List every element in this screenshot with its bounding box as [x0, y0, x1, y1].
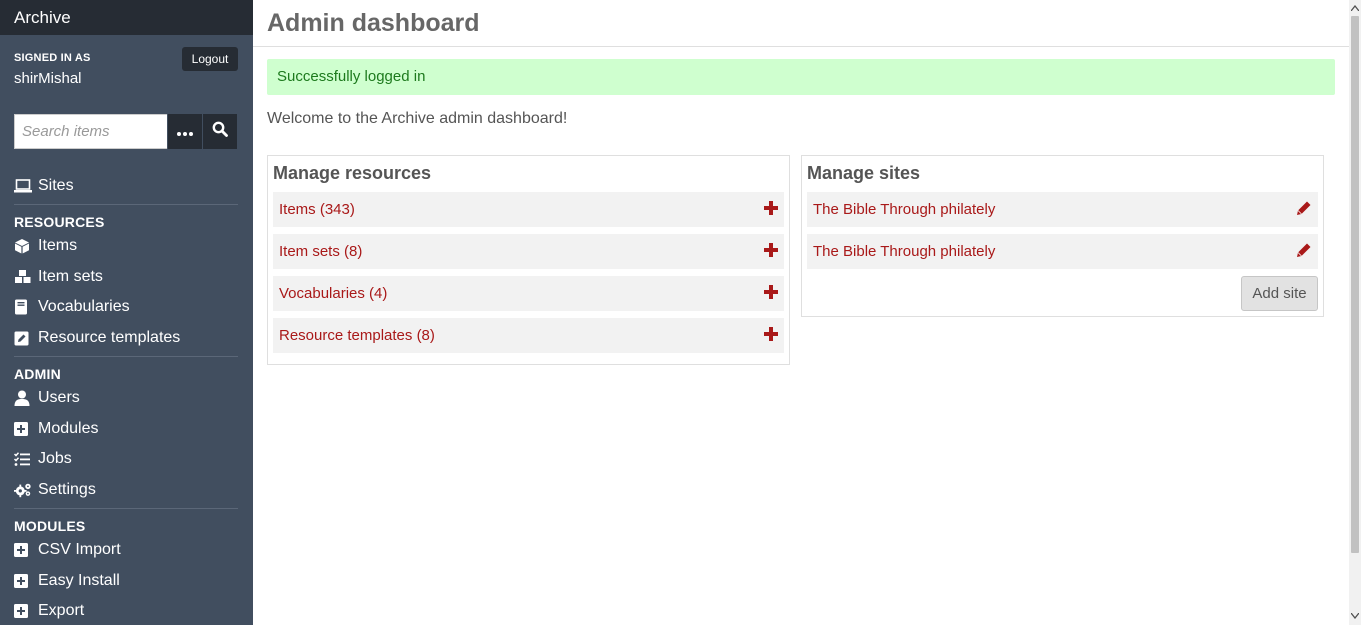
pencil-icon — [1296, 242, 1312, 262]
resource-link-item-sets[interactable]: Item sets (8) — [279, 243, 362, 260]
plus-icon — [764, 242, 778, 261]
page-title: Admin dashboard — [267, 9, 480, 37]
sidebar-item-easy-install[interactable]: Easy Install — [14, 569, 120, 593]
add-site-button[interactable]: Add site — [1241, 276, 1318, 311]
sidebar-item-label: CSV Import — [38, 541, 121, 558]
resource-link-resource-templates[interactable]: Resource templates (8) — [279, 327, 435, 344]
vertical-scrollbar[interactable] — [1349, 0, 1361, 625]
resource-row-item-sets: Item sets (8) — [273, 234, 784, 269]
user-icon — [14, 390, 32, 406]
pencil-icon — [1296, 200, 1312, 220]
resource-link-items[interactable]: Items (343) — [279, 201, 355, 218]
sidebar-item-label: Modules — [38, 420, 99, 437]
edit-icon — [14, 330, 32, 346]
add-resource-template-button[interactable] — [764, 326, 778, 345]
manage-resources-panel: Manage resources Items (343) Item sets (… — [267, 155, 790, 365]
plus-icon — [764, 284, 778, 303]
tasks-icon — [14, 451, 32, 467]
success-message: Successfully logged in — [267, 59, 1335, 95]
brand-title[interactable]: Archive — [0, 0, 253, 35]
sidebar-item-label: Sites — [38, 177, 74, 194]
sidebar-item-modules[interactable]: Modules — [14, 417, 98, 441]
sidebar-item-label: Export — [38, 602, 85, 619]
manage-sites-panel: Manage sites The Bible Through philately… — [801, 155, 1324, 317]
welcome-text: Welcome to the Archive admin dashboard! — [267, 110, 568, 127]
sidebar-item-item-sets[interactable]: Item sets — [14, 265, 103, 289]
site-row: The Bible Through philately — [807, 192, 1318, 227]
modules-heading: MODULES — [14, 518, 86, 534]
admin-heading: ADMIN — [14, 366, 61, 382]
plus-icon — [764, 200, 778, 219]
sidebar-item-label: Users — [38, 389, 80, 406]
edit-site-button[interactable] — [1296, 242, 1312, 262]
sidebar-divider — [14, 356, 238, 357]
add-item-set-button[interactable] — [764, 242, 778, 261]
site-link[interactable]: The Bible Through philately — [813, 201, 995, 218]
resource-row-resource-templates: Resource templates (8) — [273, 318, 784, 353]
sidebar-item-label: Jobs — [38, 450, 72, 467]
scroll-up-icon[interactable] — [1351, 3, 1359, 13]
add-vocabulary-button[interactable] — [764, 284, 778, 303]
scroll-down-icon[interactable] — [1351, 611, 1359, 621]
sidebar-item-label: Item sets — [38, 268, 103, 285]
plus-square-icon — [14, 573, 32, 589]
sidebar-item-resource-templates[interactable]: Resource templates — [14, 326, 180, 350]
ellipsis-icon — [177, 123, 193, 141]
resource-link-vocabularies[interactable]: Vocabularies (4) — [279, 285, 387, 302]
main-content: Admin dashboard Successfully logged in W… — [253, 0, 1349, 625]
username[interactable]: shirMishal — [14, 70, 82, 87]
panel-title: Manage sites — [807, 163, 921, 183]
search-form — [14, 114, 238, 149]
plus-icon — [764, 326, 778, 345]
sidebar: Archive SIGNED IN AS shirMishal Logout S… — [0, 0, 253, 625]
book-icon — [14, 299, 32, 315]
sidebar-item-export[interactable]: Export — [14, 599, 84, 623]
search-input[interactable] — [14, 114, 167, 149]
cogs-icon — [14, 482, 32, 498]
cubes-icon — [14, 269, 32, 285]
sidebar-item-jobs[interactable]: Jobs — [14, 447, 72, 471]
sidebar-item-settings[interactable]: Settings — [14, 478, 96, 502]
sidebar-item-label: Items — [38, 237, 78, 254]
add-item-button[interactable] — [764, 200, 778, 219]
panel-title: Manage resources — [273, 163, 432, 183]
sidebar-divider — [14, 508, 238, 509]
sidebar-item-csv-import[interactable]: CSV Import — [14, 538, 121, 562]
search-button[interactable] — [202, 114, 237, 149]
resource-row-vocabularies: Vocabularies (4) — [273, 276, 784, 311]
plus-square-icon — [14, 542, 32, 558]
edit-site-button[interactable] — [1296, 200, 1312, 220]
sidebar-item-sites[interactable]: Sites — [14, 174, 74, 198]
cube-icon — [14, 238, 32, 254]
plus-square-icon — [14, 421, 32, 437]
logout-button[interactable]: Logout — [182, 47, 238, 71]
sidebar-divider — [14, 204, 238, 205]
scrollbar-thumb[interactable] — [1351, 16, 1359, 553]
sidebar-item-items[interactable]: Items — [14, 234, 77, 258]
signed-in-label: SIGNED IN AS — [14, 52, 91, 64]
sidebar-item-label: Easy Install — [38, 572, 120, 589]
title-divider — [253, 46, 1349, 47]
site-row: The Bible Through philately — [807, 234, 1318, 269]
site-link[interactable]: The Bible Through philately — [813, 243, 995, 260]
resource-row-items: Items (343) — [273, 192, 784, 227]
search-icon — [212, 121, 228, 142]
sidebar-item-label: Vocabularies — [38, 298, 130, 315]
advanced-search-button[interactable] — [167, 114, 202, 149]
sidebar-item-label: Settings — [38, 481, 96, 498]
sidebar-item-users[interactable]: Users — [14, 386, 80, 410]
plus-square-icon — [14, 603, 32, 619]
laptop-icon — [14, 178, 32, 194]
resources-heading: RESOURCES — [14, 214, 105, 230]
sidebar-item-label: Resource templates — [38, 329, 181, 346]
sidebar-item-vocabularies[interactable]: Vocabularies — [14, 295, 130, 319]
